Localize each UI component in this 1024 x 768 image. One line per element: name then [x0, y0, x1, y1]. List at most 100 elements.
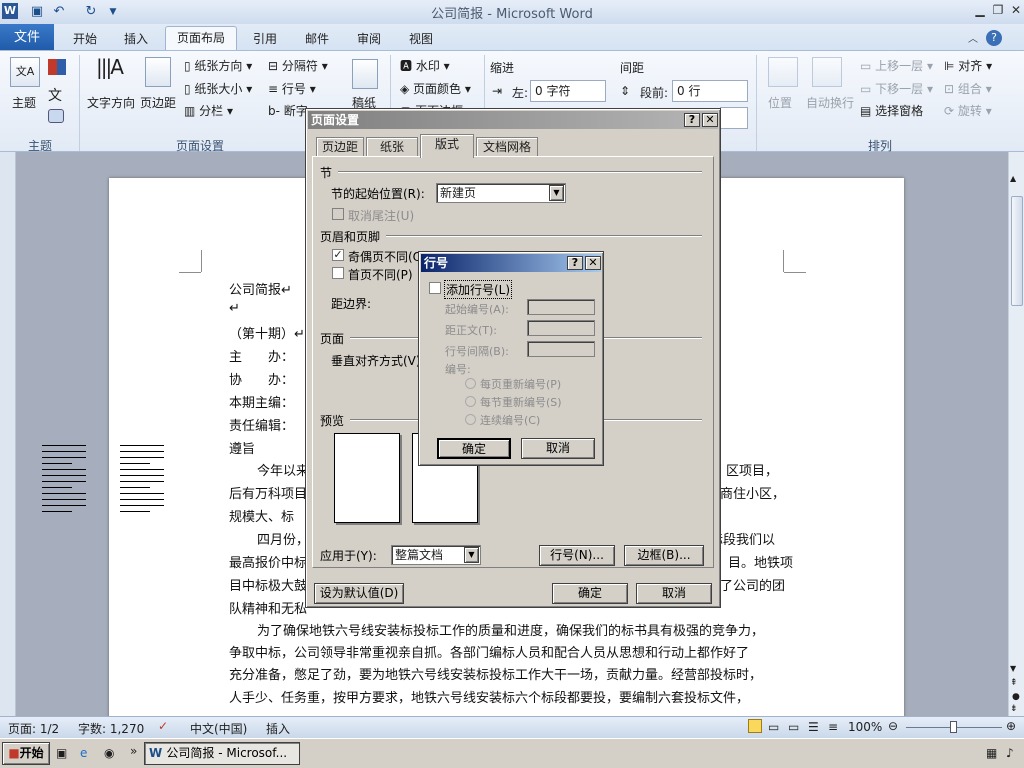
group-button[interactable]: ⊡ 组合 ▾: [944, 80, 992, 97]
spacing-after-spinner[interactable]: [720, 107, 748, 129]
browse-object-icon[interactable]: ●: [1012, 692, 1020, 702]
theme-icon[interactable]: 文A: [10, 57, 40, 87]
help-icon[interactable]: ?: [986, 30, 1002, 46]
hyphenation-button[interactable]: b- 断字: [268, 102, 308, 119]
count-by-spinner[interactable]: [527, 341, 595, 357]
start-button[interactable]: ■开始: [2, 742, 50, 765]
minimize-ribbon-icon[interactable]: ︿: [968, 30, 978, 45]
from-text-spinner[interactable]: [527, 320, 595, 336]
web-layout-icon[interactable]: ▭: [788, 720, 799, 734]
tab-references[interactable]: 引用: [253, 30, 277, 47]
wrap-text-icon[interactable]: [812, 57, 842, 87]
start-at-spinner[interactable]: [527, 299, 595, 315]
outline-icon[interactable]: ☰: [808, 720, 819, 734]
word-count[interactable]: 字数: 1,270: [78, 720, 144, 737]
line-numbers-ok-button[interactable]: 确定: [437, 438, 511, 459]
text-direction-icon[interactable]: |||A: [96, 55, 124, 79]
margins-icon[interactable]: [145, 57, 171, 87]
theme-colors-icon[interactable]: [48, 59, 66, 75]
indent-left-spinner[interactable]: 0 字符: [530, 80, 606, 102]
tab-file[interactable]: 文件: [0, 24, 54, 51]
zoom-out-icon[interactable]: ⊖: [888, 719, 898, 733]
restart-section-radio[interactable]: [465, 396, 476, 407]
orientation-button[interactable]: ▯ 纸张方向 ▾: [184, 57, 252, 74]
line-numbers-cancel-button[interactable]: 取消: [521, 438, 595, 459]
page-setup-cancel-button[interactable]: 取消: [636, 583, 712, 604]
zoom-slider-thumb[interactable]: [950, 721, 957, 733]
restart-page-radio[interactable]: [465, 378, 476, 389]
quicklaunch-ie-icon[interactable]: e: [80, 746, 87, 760]
theme-fonts-icon[interactable]: 文: [48, 85, 62, 105]
tray-keyboard-icon[interactable]: ▦: [986, 746, 997, 760]
size-button[interactable]: ▯ 纸张大小 ▾: [184, 80, 252, 97]
scroll-up-icon[interactable]: ▲: [1010, 174, 1016, 183]
tab-mailings[interactable]: 邮件: [305, 30, 329, 47]
tab-home[interactable]: 开始: [73, 30, 97, 47]
add-line-numbers-checkbox[interactable]: [429, 282, 441, 294]
print-layout-icon[interactable]: [748, 719, 762, 733]
proofing-icon[interactable]: ✓: [158, 719, 168, 733]
scroll-thumb[interactable]: [1011, 196, 1023, 306]
align-button[interactable]: ⊫ 对齐 ▾: [944, 57, 992, 74]
tab-view[interactable]: 视图: [409, 30, 433, 47]
dialog-help-icon[interactable]: ?: [684, 113, 700, 127]
next-page-icon[interactable]: ⇟: [1010, 704, 1018, 714]
section-start-select[interactable]: 新建页 ▼: [436, 183, 566, 203]
tab-review[interactable]: 审阅: [357, 30, 381, 47]
text-direction-button[interactable]: 文字方向: [87, 94, 135, 111]
send-backward-button[interactable]: ▭ 下移一层 ▾: [860, 80, 933, 97]
odd-even-checkbox[interactable]: ✓: [332, 249, 344, 261]
prev-page-icon[interactable]: ⇞: [1010, 678, 1018, 688]
wrap-text-button[interactable]: 自动换行: [806, 94, 854, 111]
zoom-level[interactable]: 100%: [848, 720, 882, 734]
breaks-button[interactable]: ⊟ 分隔符 ▾: [268, 57, 328, 74]
continuous-radio[interactable]: [465, 414, 476, 425]
first-page-checkbox[interactable]: [332, 267, 344, 279]
position-icon[interactable]: [768, 57, 798, 87]
set-default-button[interactable]: 设为默认值(D): [314, 583, 404, 604]
page-count[interactable]: 页面: 1/2: [8, 720, 59, 737]
taskbar-word-item[interactable]: W 公司简报 - Microsof...: [144, 742, 300, 765]
dialog-close-icon[interactable]: ✕: [702, 113, 718, 127]
full-screen-reading-icon[interactable]: ▭: [768, 720, 779, 734]
tab-layout[interactable]: 版式: [420, 134, 474, 158]
zoom-in-icon[interactable]: ⊕: [1006, 719, 1016, 733]
columns-button[interactable]: ▥ 分栏 ▾: [184, 102, 233, 119]
tab-document-grid[interactable]: 文档网格: [476, 137, 538, 157]
spacing-before-spinner[interactable]: 0 行: [672, 80, 748, 102]
page-color-button[interactable]: ◈ 页面颜色 ▾: [400, 80, 471, 97]
rotate-button[interactable]: ⟳ 旋转 ▾: [944, 102, 992, 119]
theme-effects-icon[interactable]: [48, 109, 64, 123]
quicklaunch-desktop-icon[interactable]: ▣: [56, 746, 67, 760]
tab-paper[interactable]: 纸张: [366, 137, 418, 157]
line-numbers-button[interactable]: 行号(N)...: [539, 545, 615, 566]
selection-pane-button[interactable]: ▤ 选择窗格: [860, 102, 923, 119]
suppress-endnotes-checkbox[interactable]: [332, 208, 344, 220]
line-dialog-help-icon[interactable]: ?: [567, 256, 583, 270]
line-numbers-button[interactable]: ≡ 行号 ▾: [268, 80, 316, 97]
bring-forward-button[interactable]: ▭ 上移一层 ▾: [860, 57, 933, 74]
language[interactable]: 中文(中国): [190, 720, 247, 737]
restore-icon[interactable]: ❐: [990, 2, 1006, 18]
position-button[interactable]: 位置: [768, 94, 792, 111]
quicklaunch-player-icon[interactable]: ◉: [104, 746, 114, 760]
line-dialog-close-icon[interactable]: ✕: [585, 256, 601, 270]
tab-insert[interactable]: 插入: [124, 30, 148, 47]
vertical-scrollbar[interactable]: ▲ ▼ ⇞ ● ⇟: [1008, 152, 1024, 716]
theme-button[interactable]: 主题: [12, 94, 36, 111]
borders-button[interactable]: 边框(B)...: [624, 545, 704, 566]
draft-view-icon[interactable]: ≡: [828, 720, 838, 734]
minimize-icon[interactable]: ▁: [972, 2, 988, 18]
close-icon[interactable]: ✕: [1008, 2, 1024, 18]
scroll-down-icon[interactable]: ▼: [1010, 664, 1016, 673]
quicklaunch-more-icon[interactable]: »: [130, 744, 137, 758]
insert-mode[interactable]: 插入: [266, 720, 290, 737]
watermark-button[interactable]: 🅰 水印 ▾: [400, 57, 450, 74]
tab-margins[interactable]: 页边距: [316, 137, 364, 157]
dropdown-arrow-icon[interactable]: ▼: [464, 547, 479, 563]
apply-to-select[interactable]: 整篇文档 ▼: [391, 545, 481, 565]
dropdown-arrow-icon[interactable]: ▼: [549, 185, 564, 201]
page-setup-ok-button[interactable]: 确定: [552, 583, 628, 604]
tab-page-layout[interactable]: 页面布局: [165, 26, 237, 51]
margins-button[interactable]: 页边距: [140, 94, 176, 111]
